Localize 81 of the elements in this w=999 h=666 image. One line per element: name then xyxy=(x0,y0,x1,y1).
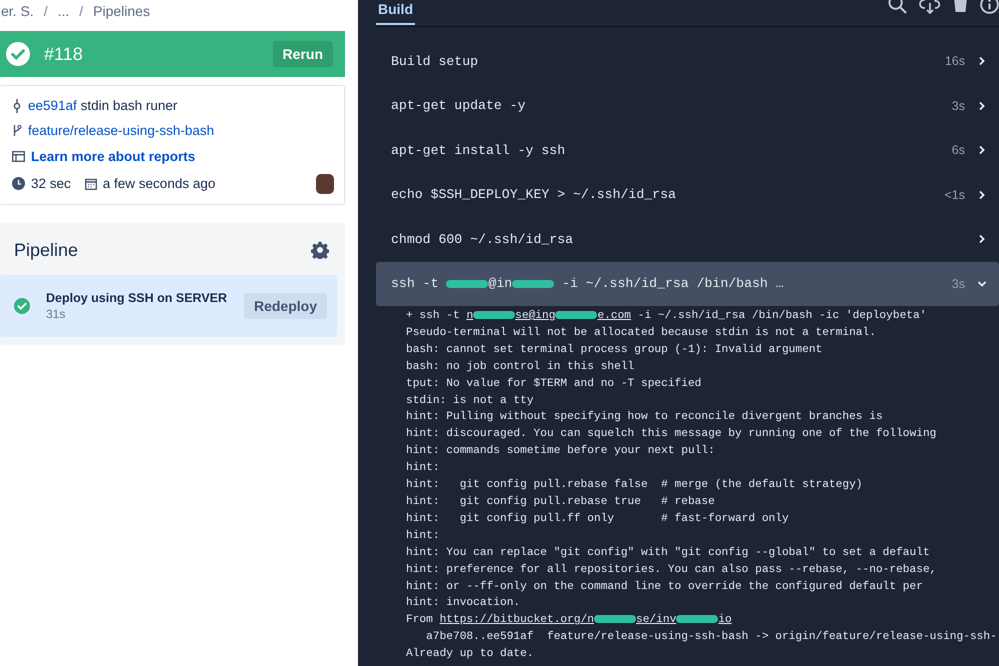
log-line: hint: invocation. xyxy=(406,596,522,612)
log-line: tput: No value for $TERM and no -T specified xyxy=(406,376,702,392)
log-step[interactable]: apt-get update -y 3s xyxy=(376,84,999,128)
log-line: From https://bitbucket.org/n se/inv io xyxy=(406,612,733,628)
pipeline-step[interactable]: Deploy using SSH on SERVER 31s Redeploy xyxy=(0,275,337,337)
log-link[interactable]: https://bitbucket.org/n se/inv io xyxy=(440,614,732,626)
log-line: hint: or --ff-only on the command line to override the configured default per xyxy=(406,580,924,594)
redaction-bar xyxy=(594,615,636,624)
log-line: Already up to date. xyxy=(406,646,535,662)
log-line: hint: git config pull.rebase false # merge (the default strategy) xyxy=(406,478,864,494)
step-command: apt-get install -y ssh xyxy=(391,142,566,158)
log-line: hint: xyxy=(406,460,441,476)
breadcrumb-separator: / xyxy=(79,3,84,19)
commit-text: ee591af stdin bash runer xyxy=(28,98,178,113)
log-line: Pseudo-terminal will not be allocated because stdin is not a terminal. xyxy=(406,326,877,341)
build-number: #118 xyxy=(44,44,84,64)
search-icon[interactable] xyxy=(888,0,907,14)
log-step[interactable]: chmod 600 ~/.ssh/id_rsa xyxy=(376,217,999,262)
chevron-right-icon[interactable] xyxy=(977,145,987,156)
redaction-bar xyxy=(676,615,718,624)
commit-hash-link[interactable]: ee591af xyxy=(28,98,77,113)
breadcrumb-link[interactable]: Pipelines xyxy=(93,3,150,19)
avatar xyxy=(316,174,334,194)
log-line: hint: git config pull.rebase true # rebase xyxy=(406,494,716,510)
log-line: a7be708..ee591af feature/release-using-ssh-bash -> origin/feature/release-using-ssh- xyxy=(425,630,998,646)
step-command: chmod 600 ~/.ssh/id_rsa xyxy=(391,232,574,247)
log-step[interactable]: ssh -t @in -i ~/.ssh/id_rsa /bin/bash … 3s xyxy=(376,262,999,306)
pipeline-title: Pipeline xyxy=(14,240,78,260)
breadcrumb-separator: / xyxy=(44,3,48,19)
chevron-right-icon[interactable] xyxy=(977,234,987,244)
info-icon[interactable] xyxy=(980,0,999,14)
reports-link[interactable]: Learn more about reports xyxy=(31,148,196,164)
step-time: 3s xyxy=(952,98,965,113)
chevron-right-icon[interactable] xyxy=(977,190,987,200)
step-name: Deploy using SSH on SERVER xyxy=(46,291,228,305)
branch-icon xyxy=(12,124,22,138)
commit-icon xyxy=(12,98,22,112)
log-line: + ssh -t n se@ing e.com -i ~/.ssh/id_rsa /bin/bash -ic 'deploybeta' xyxy=(406,308,928,324)
redaction-bar xyxy=(446,280,488,288)
log-line: hint: commands sometime before your next pull: xyxy=(406,444,716,460)
log-line: bash: no job control in this shell xyxy=(406,360,636,375)
log-line: hint: Pulling without specifying how to reconcile divergent branches is xyxy=(406,410,884,426)
breadcrumb-link[interactable]: ... xyxy=(58,3,70,19)
calendar-icon xyxy=(84,178,97,190)
branch-link[interactable]: feature/release-using-ssh-bash xyxy=(28,123,214,138)
log-tab[interactable]: Build xyxy=(376,1,415,25)
log-line: hint: You can replace "git config" with "git config --global" to set a default xyxy=(406,546,931,561)
breadcrumb-link[interactable]: er. S. xyxy=(1,3,34,19)
redaction-bar xyxy=(512,280,554,288)
log-line: hint: preference for all repositories. You can also pass --rebase, --no-rebase, xyxy=(406,562,938,578)
step-duration: 31s xyxy=(46,307,66,321)
log-line: stdin: is not a tty xyxy=(406,394,535,409)
step-time: 6s xyxy=(952,143,965,158)
chevron-right-icon[interactable] xyxy=(977,56,987,66)
step-command: echo $SSH_DEPLOY_KEY > ~/.ssh/id_rsa xyxy=(391,187,677,202)
log-step[interactable]: Build setup 16s xyxy=(376,39,999,84)
clock-icon xyxy=(12,177,25,190)
step-time: <1s xyxy=(944,188,965,202)
log-line: hint: xyxy=(406,528,441,544)
duration-text: 32 sec xyxy=(31,176,71,192)
step-command: apt-get update -y xyxy=(391,98,527,114)
log-line: hint: git config pull.ff only # fast-forward only xyxy=(406,512,790,527)
time-text: a few seconds ago xyxy=(102,176,216,192)
cloud-download-icon[interactable] xyxy=(919,0,941,14)
log-step[interactable]: apt-get install -y ssh 6s xyxy=(376,128,999,172)
step-command: ssh -t @in -i ~/.ssh/id_rsa /bin/bash … xyxy=(391,276,785,292)
step-time: 3s xyxy=(952,276,965,291)
settings-icon[interactable] xyxy=(311,241,329,259)
log-link[interactable]: n se@ing e.com xyxy=(466,310,632,322)
chevron-down-icon[interactable] xyxy=(977,278,987,289)
redeploy-button[interactable]: Redeploy xyxy=(244,293,327,319)
chevron-right-icon[interactable] xyxy=(977,100,987,111)
log-step[interactable]: echo $SSH_DEPLOY_KEY > ~/.ssh/id_rsa <1s xyxy=(376,172,999,217)
redaction-bar xyxy=(555,311,598,320)
log-line: hint: discouraged. You can squelch this message by running one of the following xyxy=(406,426,938,442)
step-command: Build setup xyxy=(391,54,480,69)
redaction-bar xyxy=(473,311,516,320)
trash-icon[interactable] xyxy=(953,0,968,12)
report-icon xyxy=(12,150,25,162)
step-time: 16s xyxy=(944,54,965,68)
log-line: bash: cannot set terminal process group (-1): Invalid argument xyxy=(406,342,824,358)
